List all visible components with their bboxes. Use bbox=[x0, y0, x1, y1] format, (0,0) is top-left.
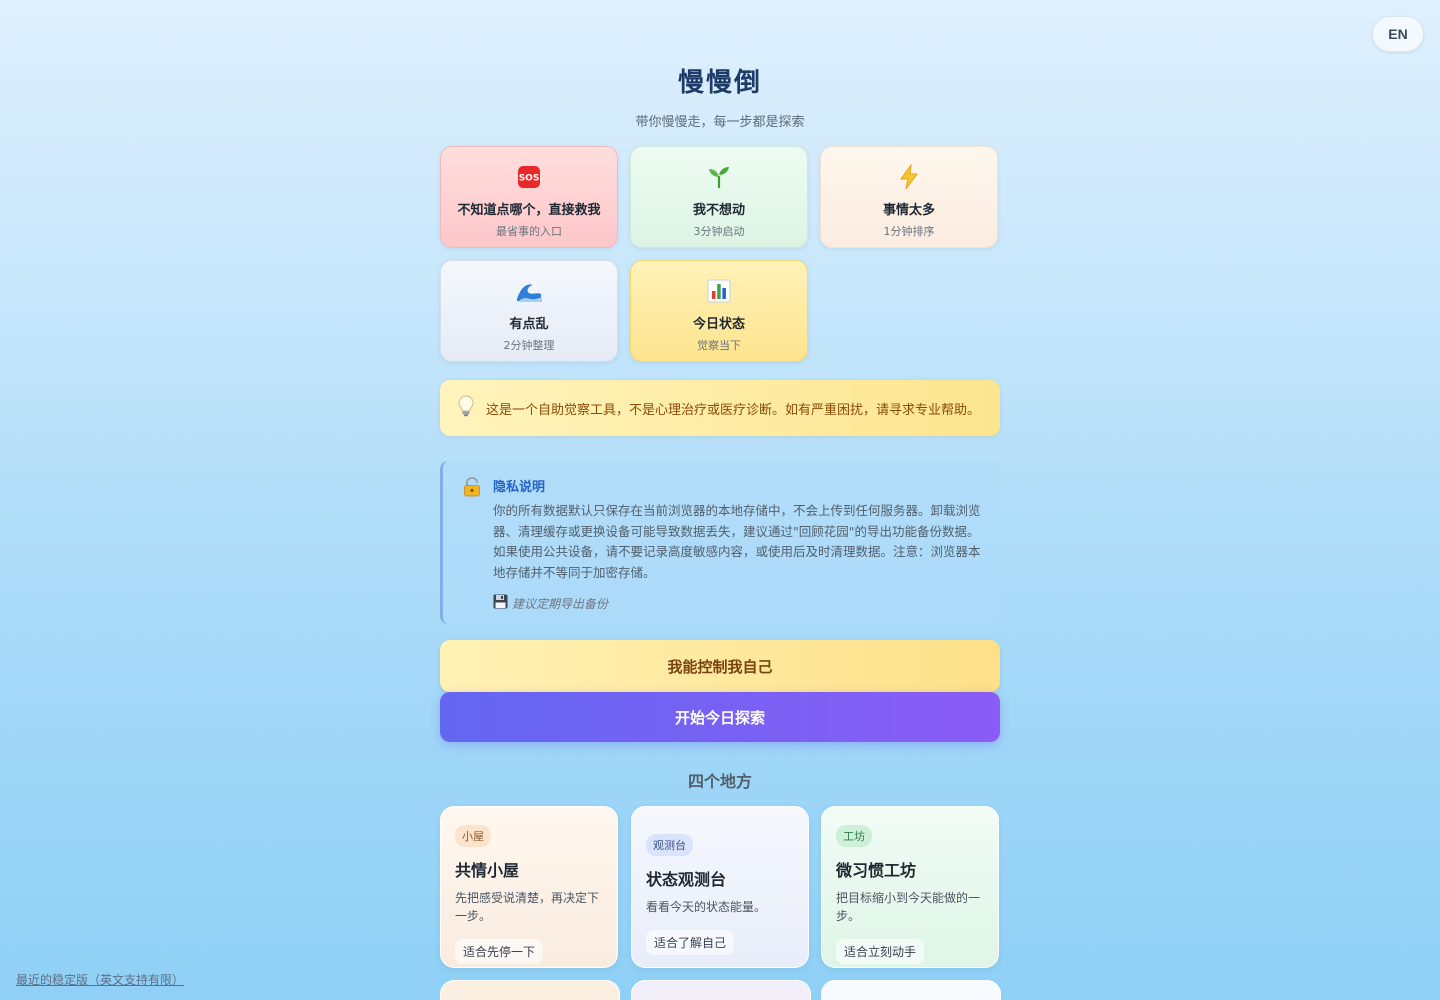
place-card-empathy-hut[interactable]: 小屋 共情小屋 先把感受说清楚，再决定下一步。 适合先停一下 bbox=[440, 806, 618, 968]
place-card-partial[interactable] bbox=[440, 980, 620, 1000]
entry-subtitle: 2分钟整理 bbox=[503, 339, 555, 352]
entry-subtitle: 1分钟排序 bbox=[883, 225, 935, 238]
entry-subtitle: 3分钟启动 bbox=[693, 225, 745, 238]
place-title: 共情小屋 bbox=[455, 861, 520, 880]
place-title: 微习惯工坊 bbox=[836, 861, 917, 880]
entry-card-rescue[interactable]: SOS 不知道点哪个，直接救我 最省事的入口 bbox=[440, 146, 618, 248]
entry-card-messy[interactable]: 有点乱 2分钟整理 bbox=[440, 260, 618, 362]
place-title: 状态观测台 bbox=[646, 870, 727, 889]
entry-title: 今日状态 bbox=[692, 317, 745, 332]
entry-card-unmotivated[interactable]: 我不想动 3分钟启动 bbox=[630, 146, 808, 248]
entry-subtitle: 觉察当下 bbox=[697, 339, 741, 352]
entry-title: 事情太多 bbox=[882, 203, 935, 218]
place-card-partial[interactable] bbox=[631, 980, 811, 1000]
privacy-body: 你的所有数据默认只保存在当前浏览器的本地存储中，不会上传到任何服务器。卸载浏览器… bbox=[493, 503, 981, 580]
backup-tip: 建议定期导出备份 bbox=[493, 594, 608, 612]
place-tag: 工坊 bbox=[836, 825, 872, 847]
start-exploration-button[interactable]: 开始今日探索 bbox=[440, 692, 1000, 742]
entry-subtitle: 最省事的入口 bbox=[496, 225, 562, 238]
privacy-notice: 隐私说明 你的所有数据默认只保存在当前浏览器的本地存储中，不会上传到任何服务器。… bbox=[440, 461, 1000, 624]
lightning-icon bbox=[821, 163, 997, 191]
place-card-micro-habit-workshop[interactable]: 工坊 微习惯工坊 把目标缩小到今天能做的一步。 适合立刻动手 bbox=[821, 806, 999, 968]
place-description: 看看今天的状态能量。 bbox=[646, 900, 767, 914]
floppy-disk-icon bbox=[493, 594, 508, 612]
place-tag: 观测台 bbox=[646, 834, 693, 856]
place-tag: 小屋 bbox=[455, 825, 491, 847]
lightbulb-icon bbox=[458, 395, 474, 421]
entry-card-today-status[interactable]: 今日状态 觉察当下 bbox=[630, 260, 808, 362]
place-card-status-observatory[interactable]: 观测台 状态观测台 看看今天的状态能量。 适合了解自己 bbox=[631, 806, 809, 968]
self-control-button[interactable]: 我能控制我自己 bbox=[440, 640, 1000, 692]
seedling-icon bbox=[631, 163, 807, 191]
bar-chart-icon bbox=[631, 277, 807, 305]
sos-icon: SOS bbox=[441, 163, 617, 191]
place-fit-label: 适合了解自己 bbox=[646, 930, 735, 955]
place-card-partial[interactable] bbox=[821, 980, 1001, 1000]
backup-tip-text: 建议定期导出备份 bbox=[512, 596, 609, 611]
entry-card-too-many-tasks[interactable]: 事情太多 1分钟排序 bbox=[820, 146, 998, 248]
page-header: 慢慢倒 带你慢慢走，每一步都是探索 bbox=[0, 62, 1440, 130]
disclaimer-banner: 这是一个自助觉察工具，不是心理治疗或医疗诊断。如有严重困扰，请寻求专业帮助。 bbox=[440, 380, 1000, 436]
privacy-title: 隐私说明 bbox=[493, 480, 546, 495]
lock-icon bbox=[463, 476, 481, 501]
place-fit-label: 适合先停一下 bbox=[455, 939, 544, 964]
places-section-title: 四个地方 bbox=[687, 772, 752, 791]
stable-version-link[interactable]: 最近的稳定版（英文支持有限） bbox=[16, 971, 184, 988]
place-description: 把目标缩小到今天能做的一步。 bbox=[836, 891, 981, 923]
page-subtitle: 带你慢慢走，每一步都是探索 bbox=[635, 115, 805, 130]
entry-title: 不知道点哪个，直接救我 bbox=[457, 203, 601, 218]
page-title: 慢慢倒 bbox=[677, 68, 762, 98]
entry-title: 有点乱 bbox=[509, 317, 549, 332]
place-description: 先把感受说清楚，再决定下一步。 bbox=[455, 891, 600, 923]
entry-title: 我不想动 bbox=[692, 203, 745, 218]
place-fit-label: 适合立刻动手 bbox=[836, 939, 925, 964]
language-toggle-button[interactable]: EN bbox=[1372, 16, 1424, 52]
disclaimer-text: 这是一个自助觉察工具，不是心理治疗或医疗诊断。如有严重困扰，请寻求专业帮助。 bbox=[486, 402, 981, 418]
svg-text:SOS: SOS bbox=[519, 174, 540, 184]
wave-icon bbox=[441, 277, 617, 305]
